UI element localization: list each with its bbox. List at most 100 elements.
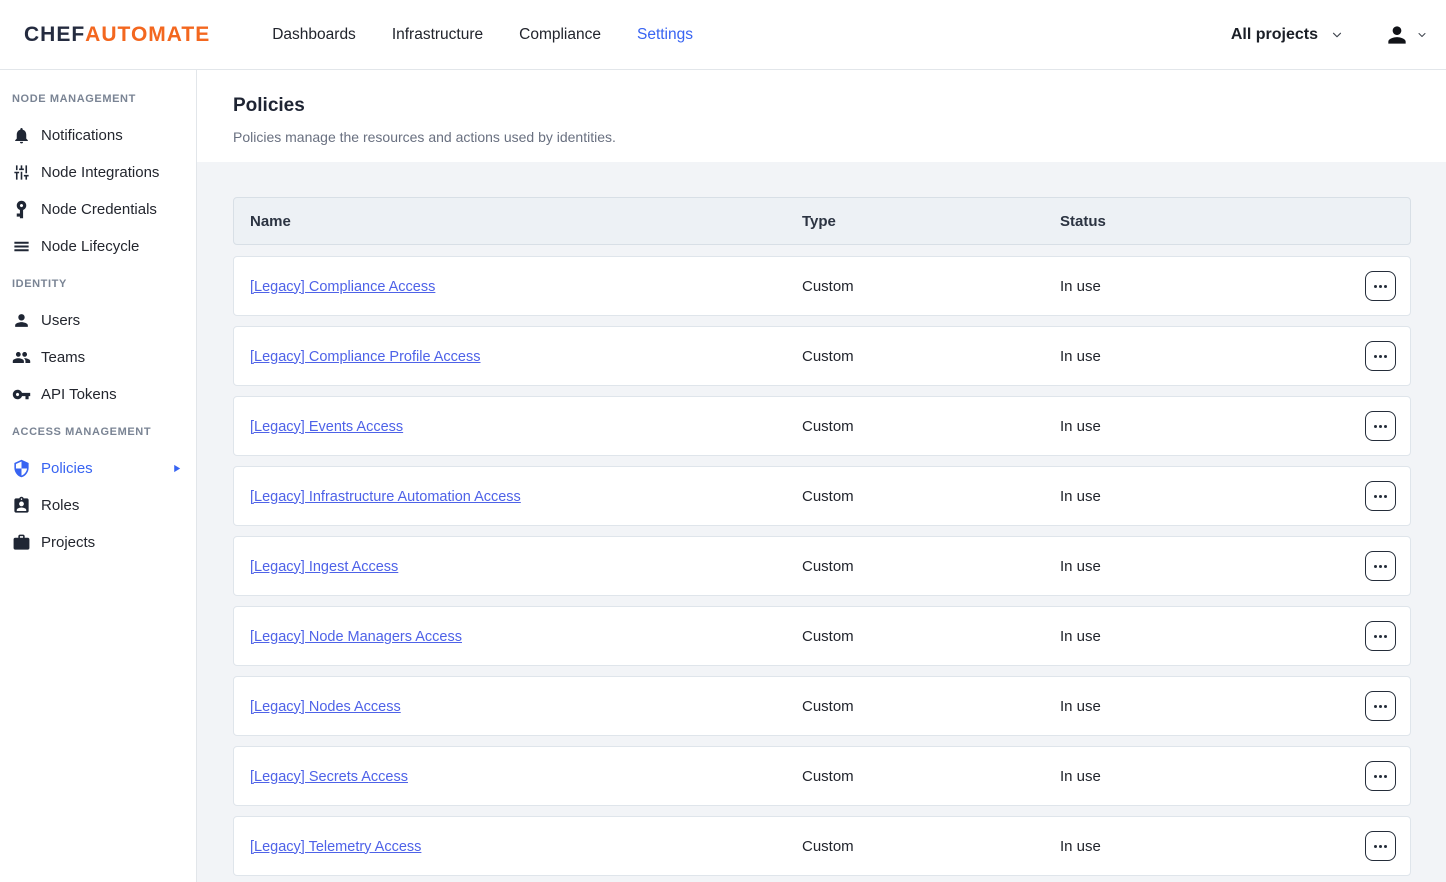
row-menu-button[interactable]: [1365, 761, 1396, 791]
sidebar-item-api-tokens[interactable]: API Tokens: [0, 376, 196, 413]
policy-status: In use: [1060, 558, 1410, 575]
policy-link[interactable]: [Legacy] Telemetry Access: [250, 839, 421, 855]
nav-infrastructure[interactable]: Infrastructure: [392, 26, 483, 44]
sliders-icon: [12, 163, 31, 182]
logo-chef-text: CHEF: [24, 23, 85, 47]
policy-status: In use: [1060, 698, 1410, 715]
settings-sidebar: NODE MANAGEMENT Notifications Node Integ…: [0, 70, 197, 882]
chef-automate-app: CHEFAUTOMATE Dashboards Infrastructure C…: [0, 0, 1446, 882]
ellipsis-icon: [1374, 355, 1377, 358]
row-menu-button[interactable]: [1365, 551, 1396, 581]
sidebar-item-label: Node Credentials: [41, 201, 157, 218]
row-menu-button[interactable]: [1365, 831, 1396, 861]
bell-icon: [12, 126, 31, 145]
sidebar-item-notifications[interactable]: Notifications: [0, 117, 196, 154]
policy-link[interactable]: [Legacy] Ingest Access: [250, 559, 398, 575]
page-title: Policies: [233, 95, 1446, 117]
policy-type: Custom: [802, 558, 1060, 575]
sidebar-item-label: Users: [41, 312, 80, 329]
row-menu-button[interactable]: [1365, 621, 1396, 651]
sidebar-item-node-credentials[interactable]: Node Credentials: [0, 191, 196, 228]
content-area: Name Type Status [Legacy] Compliance Acc…: [197, 162, 1446, 882]
sidebar-item-policies[interactable]: Policies: [0, 450, 196, 487]
policy-type: Custom: [802, 698, 1060, 715]
sidebar-item-teams[interactable]: Teams: [0, 339, 196, 376]
ellipsis-icon: [1374, 775, 1377, 778]
sidebar-item-label: Teams: [41, 349, 85, 366]
sidebar-item-node-integrations[interactable]: Node Integrations: [0, 154, 196, 191]
nav-compliance[interactable]: Compliance: [519, 26, 601, 44]
section-label-access-management: ACCESS MANAGEMENT: [0, 413, 196, 450]
sidebar-item-label: Node Lifecycle: [41, 238, 139, 255]
row-menu-button[interactable]: [1365, 341, 1396, 371]
user-menu[interactable]: [1384, 22, 1428, 48]
group-icon: [12, 348, 31, 367]
page-header: Policies Policies manage the resources a…: [197, 70, 1446, 162]
ellipsis-icon: [1374, 495, 1377, 498]
chevron-down-icon: [1330, 28, 1344, 42]
column-header-type: Type: [802, 213, 1060, 230]
sidebar-item-label: Policies: [41, 460, 93, 477]
row-menu-button[interactable]: [1365, 411, 1396, 441]
policy-type: Custom: [802, 838, 1060, 855]
row-menu-button[interactable]: [1365, 481, 1396, 511]
policy-link[interactable]: [Legacy] Node Managers Access: [250, 629, 462, 645]
sidebar-item-label: Node Integrations: [41, 164, 159, 181]
policy-status: In use: [1060, 418, 1410, 435]
policy-status: In use: [1060, 348, 1410, 365]
policy-link[interactable]: [Legacy] Events Access: [250, 419, 403, 435]
policy-link[interactable]: [Legacy] Compliance Profile Access: [250, 349, 481, 365]
chef-automate-logo[interactable]: CHEFAUTOMATE: [24, 23, 210, 47]
policy-link[interactable]: [Legacy] Compliance Access: [250, 279, 435, 295]
sidebar-item-users[interactable]: Users: [0, 302, 196, 339]
policy-status: In use: [1060, 628, 1410, 645]
briefcase-icon: [12, 533, 31, 552]
policy-link[interactable]: [Legacy] Nodes Access: [250, 699, 401, 715]
policy-status: In use: [1060, 768, 1410, 785]
policy-type: Custom: [802, 348, 1060, 365]
column-header-status: Status: [1060, 213, 1410, 230]
chevron-down-icon: [1416, 29, 1428, 41]
shield-icon: [12, 459, 31, 478]
row-menu-button[interactable]: [1365, 271, 1396, 301]
sidebar-item-projects[interactable]: Projects: [0, 524, 196, 561]
page-description: Policies manage the resources and action…: [233, 129, 1446, 145]
table-row: [Legacy] Ingest Access Custom In use: [233, 536, 1411, 596]
policy-type: Custom: [802, 418, 1060, 435]
section-label-identity: IDENTITY: [0, 265, 196, 302]
nav-dashboards[interactable]: Dashboards: [272, 26, 356, 44]
sidebar-item-label: Notifications: [41, 127, 123, 144]
table-row: [Legacy] Secrets Access Custom In use: [233, 746, 1411, 806]
table-row: [Legacy] Compliance Access Custom In use: [233, 256, 1411, 316]
table-row: [Legacy] Events Access Custom In use: [233, 396, 1411, 456]
table-row: [Legacy] Telemetry Access Custom In use: [233, 816, 1411, 876]
sidebar-item-node-lifecycle[interactable]: Node Lifecycle: [0, 228, 196, 265]
top-nav-right: All projects: [1231, 22, 1428, 48]
ellipsis-icon: [1374, 845, 1377, 848]
sidebar-item-label: Projects: [41, 534, 95, 551]
list-icon: [12, 237, 31, 256]
policy-status: In use: [1060, 838, 1410, 855]
projects-filter-dropdown[interactable]: All projects: [1231, 26, 1344, 44]
ellipsis-icon: [1374, 285, 1377, 288]
sidebar-item-label: API Tokens: [41, 386, 117, 403]
table-row: [Legacy] Nodes Access Custom In use: [233, 676, 1411, 736]
sidebar-item-roles[interactable]: Roles: [0, 487, 196, 524]
table-header-row: Name Type Status: [233, 197, 1411, 245]
submenu-arrow-icon[interactable]: [171, 463, 182, 474]
main-nav: Dashboards Infrastructure Compliance Set…: [272, 26, 693, 44]
policy-type: Custom: [802, 768, 1060, 785]
projects-filter-label: All projects: [1231, 26, 1318, 44]
person-icon: [12, 311, 31, 330]
policy-type: Custom: [802, 628, 1060, 645]
key-vertical-icon: [12, 200, 31, 219]
ellipsis-icon: [1374, 705, 1377, 708]
policy-link[interactable]: [Legacy] Infrastructure Automation Acces…: [250, 489, 521, 505]
nav-settings[interactable]: Settings: [637, 26, 693, 44]
policy-link[interactable]: [Legacy] Secrets Access: [250, 769, 408, 785]
policy-status: In use: [1060, 278, 1410, 295]
policy-status: In use: [1060, 488, 1410, 505]
row-menu-button[interactable]: [1365, 691, 1396, 721]
policies-table: Name Type Status [Legacy] Compliance Acc…: [233, 197, 1411, 876]
ellipsis-icon: [1374, 635, 1377, 638]
